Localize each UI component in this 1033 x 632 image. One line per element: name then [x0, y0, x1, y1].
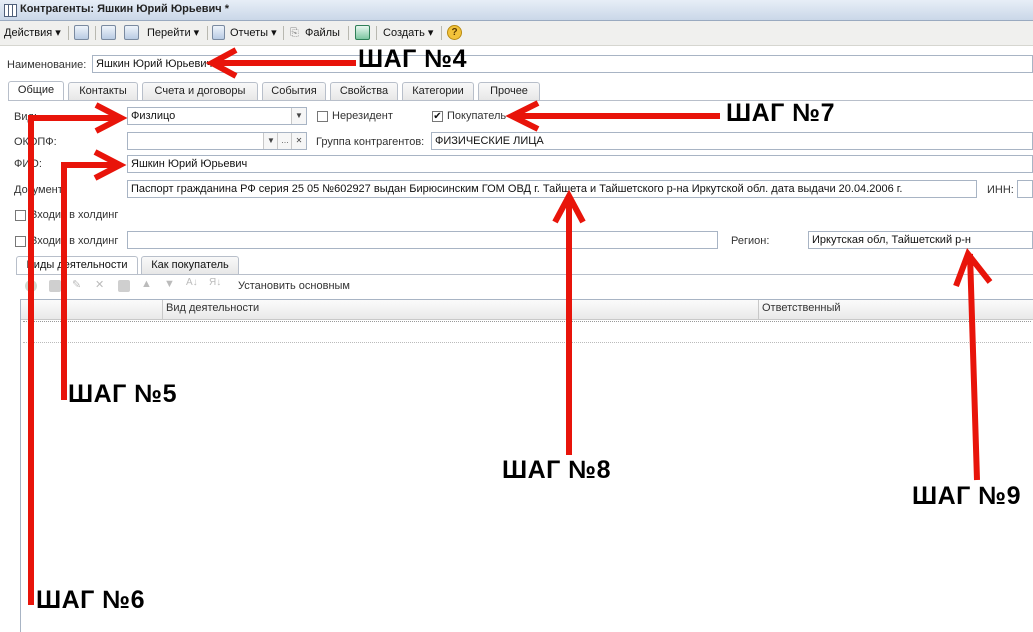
end-edit-icon[interactable] — [118, 280, 130, 292]
step8-label: ШАГ №8 — [502, 456, 612, 484]
holding-label: Входит в холдинг — [30, 209, 119, 221]
inn-field[interactable] — [1017, 180, 1033, 198]
step7-label: ШАГ №7 — [726, 99, 836, 127]
arrow-step7 — [505, 100, 720, 132]
table-row-divider — [23, 342, 1031, 344]
fio-field[interactable]: Яшкин Юрий Юрьевич — [127, 155, 1033, 173]
kind-value: Физлицо — [131, 110, 176, 122]
goto-menu[interactable]: Перейти ▾ — [147, 25, 199, 41]
select-ellipsis-icon[interactable]: … — [277, 133, 292, 149]
document-field[interactable]: Паспорт гражданина РФ серия 25 05 №60292… — [127, 180, 977, 198]
toolbar-divider — [68, 26, 69, 40]
table-icon — [4, 4, 17, 17]
nonresident-label: Нерезидент — [332, 110, 393, 122]
tab-general[interactable]: Общие — [8, 81, 64, 101]
toolbar-divider — [376, 26, 377, 40]
tab-categories[interactable]: Категории — [402, 82, 474, 100]
region-label: Регион: — [731, 235, 770, 247]
region-field[interactable]: Иркутская обл, Тайшетский р-н — [808, 231, 1033, 249]
kind-select[interactable]: Физлицо ▼ — [127, 107, 307, 125]
window-titlebar: Контрагенты: Яшкин Юрий Юрьевич * — [0, 0, 1033, 21]
nonresident-checkbox[interactable] — [317, 111, 328, 122]
set-main-button[interactable]: Установить основным — [238, 280, 350, 292]
step4-label: ШАГ №4 — [358, 45, 468, 73]
tab-divider — [8, 100, 1033, 101]
print-form-icon[interactable] — [355, 25, 370, 40]
help-icon[interactable]: ? — [447, 25, 462, 40]
actions-menu[interactable]: Действия ▾ — [4, 25, 61, 41]
fio-label: ФИО: — [14, 158, 42, 170]
reports-menu[interactable]: Отчеты ▾ — [230, 25, 277, 41]
copy-icon[interactable] — [49, 280, 61, 292]
document-link-icon[interactable] — [124, 25, 139, 40]
goto-label: Перейти — [147, 27, 191, 39]
toolbar-divider — [207, 26, 208, 40]
clear-icon[interactable]: ✕ — [291, 133, 306, 149]
buyer-checkbox[interactable]: ✔ — [432, 111, 443, 122]
group-field[interactable]: ФИЗИЧЕСКИЕ ЛИЦА — [431, 132, 1033, 150]
okopf-field[interactable]: ▼ … ✕ — [127, 132, 307, 150]
refresh-icon[interactable] — [101, 25, 116, 40]
toolbar-divider — [441, 26, 442, 40]
column-divider — [162, 300, 163, 319]
holding-parent-label: Входит в холдинг — [30, 235, 119, 247]
inn-label: ИНН: — [987, 184, 1014, 196]
inner-tab-divider — [16, 274, 1033, 275]
buyer-label: Покупатель — [447, 110, 507, 122]
name-label: Наименование: — [7, 59, 87, 71]
table-header: Вид деятельности Ответственный — [21, 300, 1033, 320]
delete-icon[interactable]: ✕ — [95, 278, 104, 291]
toolbar-divider — [95, 26, 96, 40]
column-responsible[interactable]: Ответственный — [762, 302, 841, 314]
tab-contacts[interactable]: Контакты — [68, 82, 138, 100]
holding-parent-field[interactable] — [127, 231, 718, 249]
holding-checkbox[interactable] — [15, 210, 26, 221]
tab-other[interactable]: Прочее — [478, 82, 540, 100]
edit-icon[interactable]: ✎ — [72, 278, 81, 291]
table-row[interactable] — [23, 321, 1031, 323]
kind-label: Вид: — [14, 111, 37, 123]
column-divider — [758, 300, 759, 319]
window-title: Контрагенты: Яшкин Юрий Юрьевич * — [20, 3, 230, 15]
add-icon[interactable] — [25, 280, 37, 292]
step5-label: ШАГ №5 — [68, 380, 178, 408]
tab-accounts-contracts[interactable]: Счета и договоры — [142, 82, 258, 100]
tab-events[interactable]: События — [262, 82, 326, 100]
sort-desc-icon[interactable]: Я↓ — [209, 277, 221, 288]
group-label: Группа контрагентов: — [316, 136, 425, 148]
files-button[interactable]: Файлы — [305, 25, 340, 41]
create-label: Создать — [383, 27, 425, 39]
name-field[interactable]: Яшкин Юрий Юрьевич — [92, 55, 1033, 73]
report-icon — [212, 25, 225, 40]
chevron-down-icon[interactable]: ▼ — [291, 108, 306, 124]
step6-label: ШАГ №6 — [36, 586, 146, 614]
save-close-icon[interactable] — [74, 25, 89, 40]
create-menu[interactable]: Создать ▾ — [383, 25, 433, 41]
move-down-icon[interactable]: ▼ — [164, 278, 175, 290]
document-label: Документ: — [14, 184, 66, 196]
reports-label: Отчеты — [230, 27, 269, 39]
toolbar-divider — [283, 26, 284, 40]
sort-asc-icon[interactable]: A↓ — [186, 277, 198, 288]
tab-activity-types[interactable]: Виды деятельности — [16, 256, 138, 275]
chevron-down-icon[interactable]: ▼ — [263, 133, 278, 149]
move-up-icon[interactable]: ▲ — [141, 278, 152, 290]
okopf-label: ОКОПФ: — [14, 136, 57, 148]
step9-label: ШАГ №9 — [912, 482, 1022, 510]
toolbar-divider — [348, 26, 349, 40]
tab-properties[interactable]: Свойства — [330, 82, 398, 100]
holding-parent-checkbox[interactable] — [15, 236, 26, 247]
paperclip-icon: ⎘ — [290, 27, 299, 39]
tab-as-buyer[interactable]: Как покупатель — [141, 256, 239, 274]
main-toolbar: Действия ▾ Перейти ▾ Отчеты ▾ ⎘ Файлы Со… — [0, 21, 1033, 46]
actions-label: Действия — [4, 27, 53, 39]
column-activity-type[interactable]: Вид деятельности — [166, 302, 259, 314]
